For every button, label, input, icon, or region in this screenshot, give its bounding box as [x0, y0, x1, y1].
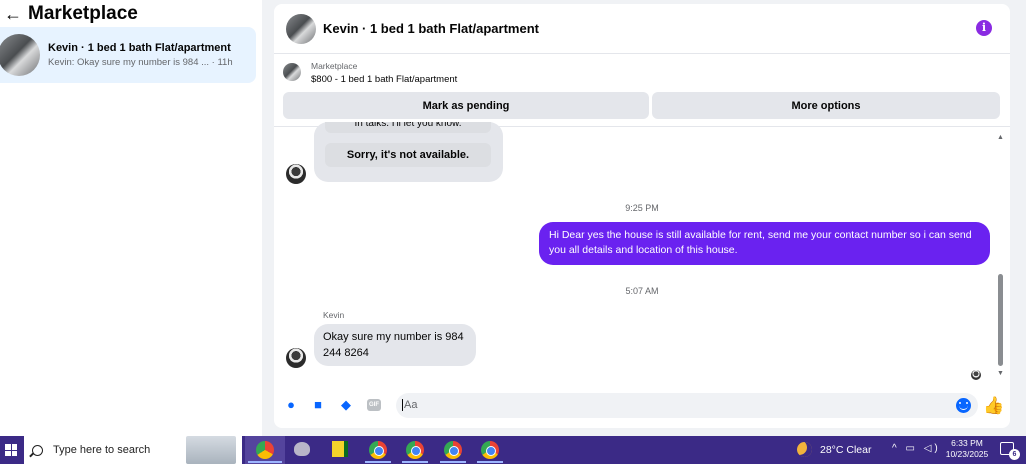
marketplace-listing-bar: Marketplace $800 - 1 bed 1 bath Flat/apa…	[274, 55, 1010, 127]
gif-icon[interactable]: GIF	[367, 399, 381, 411]
windows-taskbar: Type here to search 28°C Clear ^ ▭ ◁) 6:…	[0, 436, 1026, 464]
conversation-title: Kevin · 1 bed 1 bath Flat/apartment	[48, 42, 231, 54]
text-caret	[402, 399, 403, 412]
message-thread: In talks. I'll let you know. Sorry, it's…	[274, 122, 1010, 384]
sticky-notes-icon[interactable]	[332, 441, 348, 457]
start-button[interactable]	[0, 436, 22, 464]
listing-price-title[interactable]: $800 - 1 bed 1 bath Flat/apartment	[311, 74, 457, 85]
search-highlight-image[interactable]	[186, 436, 236, 464]
conversation-text: Kevin · 1 bed 1 bath Flat/apartment Kevi…	[48, 42, 233, 68]
back-arrow-icon[interactable]: ←	[4, 4, 24, 25]
sticker-icon[interactable]: ◆	[338, 397, 354, 413]
listing-thumbnail	[0, 34, 40, 76]
chrome-profile-icon[interactable]	[369, 441, 387, 459]
earlier-message-bubble: In talks. I'll let you know. Sorry, it's…	[314, 122, 503, 182]
taskbar-search-box[interactable]: Type here to search	[24, 436, 242, 464]
app-running-indicator	[365, 461, 391, 463]
chat-header: Kevin · 1 bed 1 bath Flat/apartment i	[274, 4, 1010, 54]
thumbs-up-icon[interactable]: 👍	[983, 396, 1004, 416]
kevin-avatar[interactable]	[286, 348, 306, 368]
page-title: Marketplace	[28, 3, 138, 24]
system-tray-icons[interactable]: ^ ▭ ◁)	[892, 443, 941, 454]
message-composer: ● ■ ◆ GIF Aa 👍	[274, 388, 1010, 422]
listing-avatar[interactable]	[286, 13, 316, 44]
timestamp: 9:25 PM	[625, 203, 659, 213]
message-scrollbar[interactable]: ▲ ▼	[996, 134, 1006, 378]
conversation-preview: Kevin: Okay sure my number is 984 ... · …	[48, 57, 233, 68]
earlier-reply-text: Sorry, it's not available.	[325, 143, 491, 167]
listing-thumbnail-small[interactable]	[283, 63, 301, 81]
microphone-icon[interactable]: ●	[283, 397, 299, 413]
app-running-indicator	[477, 461, 503, 463]
bird-app-icon[interactable]	[294, 442, 310, 456]
app-running-indicator	[440, 461, 466, 463]
scroll-down-arrow-icon[interactable]: ▼	[997, 370, 1004, 377]
more-options-button[interactable]: More options	[652, 92, 1000, 119]
weather-text[interactable]: 28°C Clear	[820, 444, 871, 456]
active-app-indicator	[248, 461, 282, 463]
chrome-profile-icon[interactable]	[481, 441, 499, 459]
kevin-avatar[interactable]	[286, 164, 306, 184]
timestamp: 5:07 AM	[625, 286, 659, 296]
sender-name: Kevin	[323, 310, 345, 320]
scroll-thumb[interactable]	[998, 274, 1003, 366]
chrome-profile-icon[interactable]	[406, 441, 424, 459]
message-input[interactable]: Aa	[396, 393, 978, 418]
info-icon[interactable]: i	[976, 20, 992, 36]
chat-title[interactable]: Kevin · 1 bed 1 bath Flat/apartment	[323, 21, 539, 36]
received-message-bubble: Okay sure my number is 984 244 8264	[314, 324, 476, 366]
sent-message-bubble: Hi Dear yes the house is still available…	[539, 222, 990, 265]
weather-moon-icon[interactable]	[797, 442, 812, 457]
windows-logo-icon	[5, 444, 17, 456]
left-header: ← Marketplace	[4, 2, 138, 26]
emoji-icon[interactable]	[956, 398, 971, 413]
app-running-indicator	[402, 461, 428, 463]
taskbar-clock[interactable]: 6:33 PM 10/23/2025	[944, 438, 990, 460]
search-placeholder: Type here to search	[53, 444, 151, 456]
clock-date: 10/23/2025	[945, 449, 989, 459]
marketplace-label: Marketplace	[311, 61, 358, 71]
chat-panel: Kevin · 1 bed 1 bath Flat/apartment i Ma…	[274, 4, 1010, 428]
mark-as-pending-button[interactable]: Mark as pending	[283, 92, 649, 119]
clock-time: 6:33 PM	[951, 438, 983, 448]
search-icon	[32, 444, 43, 456]
photo-icon[interactable]: ■	[310, 397, 326, 413]
message-placeholder: Aa	[404, 399, 418, 411]
conversation-list-panel: ← Marketplace Kevin · 1 bed 1 bath Flat/…	[0, 0, 262, 436]
seen-receipt-avatar	[971, 370, 981, 380]
conversation-item-kevin[interactable]: Kevin · 1 bed 1 bath Flat/apartment Kevi…	[0, 27, 256, 83]
chrome-profile-icon[interactable]	[444, 441, 462, 459]
scroll-up-arrow-icon[interactable]: ▲	[997, 134, 1004, 141]
chrome-icon[interactable]	[256, 441, 274, 459]
notification-badge: 6	[1009, 449, 1020, 460]
partial-message-text: In talks. I'll let you know.	[325, 122, 491, 133]
